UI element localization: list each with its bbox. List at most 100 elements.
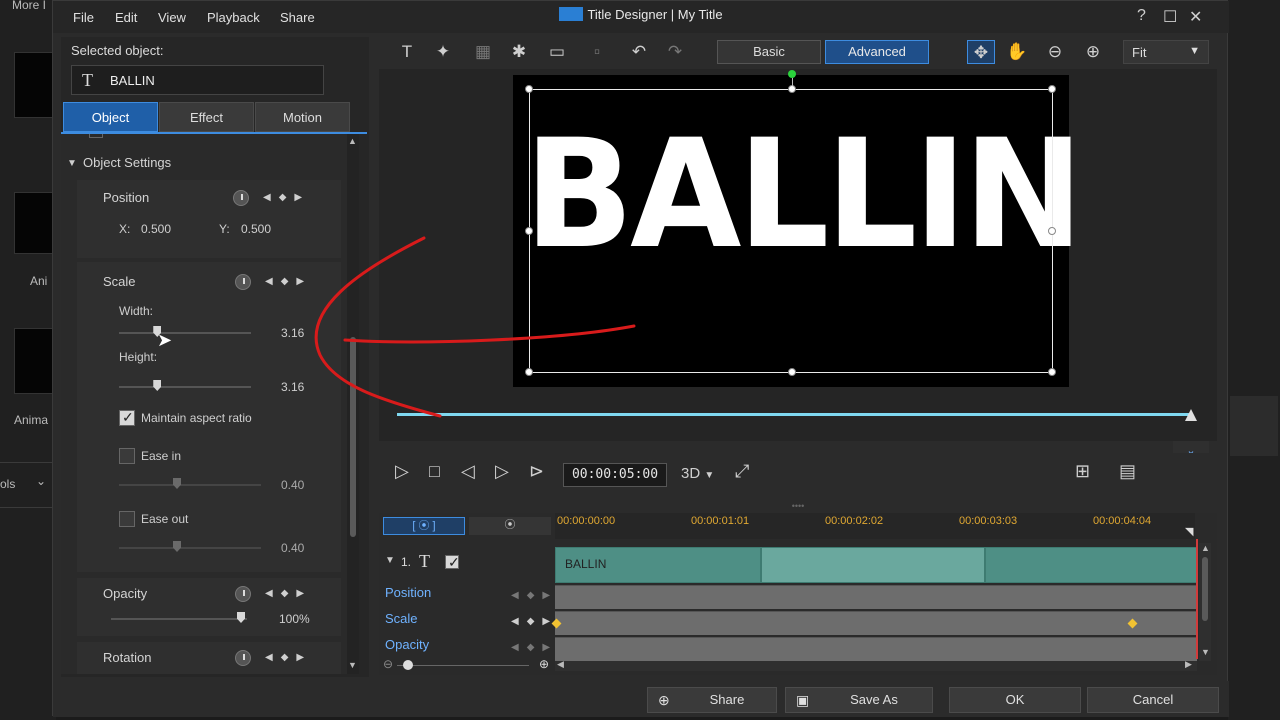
resize-handle[interactable]	[525, 227, 533, 235]
zoom-out-icon[interactable]: ⊖	[383, 657, 393, 671]
resize-handle[interactable]	[1048, 368, 1056, 376]
ok-button[interactable]: OK	[949, 687, 1081, 713]
position-track[interactable]	[555, 585, 1197, 609]
tab-object[interactable]: Object	[63, 102, 158, 132]
resize-handle[interactable]	[1048, 227, 1056, 235]
stopwatch-icon[interactable]	[235, 274, 251, 290]
clip-segment[interactable]	[761, 547, 985, 583]
undo-icon[interactable]: ↶	[625, 40, 653, 64]
scrollbar-thumb[interactable]	[350, 337, 356, 537]
stopwatch-icon[interactable]	[235, 586, 251, 602]
insert-image-icon[interactable]: ▦	[469, 40, 497, 64]
tab-motion[interactable]: Motion	[255, 102, 350, 132]
height-slider[interactable]	[119, 386, 251, 388]
resize-handle[interactable]	[525, 368, 533, 376]
insert-effect-icon[interactable]: ✱	[505, 40, 533, 64]
section-object-settings[interactable]: Object Settings	[83, 155, 171, 170]
width-value[interactable]: 3.16	[281, 326, 304, 340]
next-frame-icon[interactable]: ▷	[495, 461, 509, 482]
scroll-left-icon[interactable]: ◀	[557, 659, 564, 670]
keyframe-nav-icons[interactable]: ◀◆▶	[511, 590, 558, 601]
zoom-in-icon[interactable]: ⊕	[1079, 40, 1107, 64]
timeline-vscroll[interactable]: ▲ ▼	[1199, 543, 1211, 661]
scroll-down-icon[interactable]: ▼	[1201, 647, 1210, 657]
cancel-button[interactable]: Cancel	[1087, 687, 1219, 713]
opacity-value[interactable]: 100%	[279, 612, 310, 626]
collapse-triangle-icon[interactable]: ▼	[67, 158, 77, 169]
height-value[interactable]: 3.16	[281, 380, 304, 394]
keyframe-nav-icons[interactable]: ◀◆▶	[265, 588, 312, 599]
mode-3d-button[interactable]: 3D ▼	[681, 465, 714, 482]
preview-progress-bar[interactable]	[397, 413, 1191, 416]
timeline-ruler[interactable]: 00:00:00:00 00:00:01:01 00:00:02:02 00:0…	[555, 513, 1195, 539]
timeline-snap-button[interactable]: [ ⦿ ]	[383, 517, 465, 535]
keyframe-nav-icons[interactable]: ◀◆▶	[511, 642, 558, 653]
fast-forward-icon[interactable]: ⊳	[529, 461, 544, 482]
resize-handle[interactable]	[1048, 85, 1056, 93]
opacity-track[interactable]	[555, 637, 1197, 661]
stop-icon[interactable]: □	[429, 461, 440, 482]
track-visibility-checkbox[interactable]	[445, 554, 460, 571]
ease-in-slider[interactable]	[119, 484, 261, 486]
zoom-thumb[interactable]	[403, 660, 413, 670]
zoom-in-icon[interactable]: ⊕	[539, 657, 549, 671]
play-icon[interactable]: ▷	[395, 461, 409, 482]
splitter-handle[interactable]: ••••	[379, 501, 1217, 511]
ease-out-slider[interactable]	[119, 547, 261, 549]
scrollbar-thumb[interactable]	[1202, 557, 1208, 621]
keyframe-marker[interactable]	[1127, 618, 1138, 629]
ease-out-slider-thumb[interactable]	[173, 541, 181, 552]
save-as-button[interactable]: ▣ Save As	[785, 687, 933, 713]
collapse-triangle-icon[interactable]: ▼	[385, 555, 395, 566]
ease-in-checkbox[interactable]	[119, 448, 135, 464]
position-y-value[interactable]: 0.500	[241, 222, 271, 236]
selected-object-field[interactable]: T BALLIN	[71, 65, 324, 95]
timeline-zoom-slider[interactable]: ⊖ ⊕	[383, 657, 551, 673]
playhead-marker-icon[interactable]: ◥	[1185, 525, 1193, 538]
mode-advanced-button[interactable]: Advanced	[825, 40, 929, 64]
maintain-aspect-checkbox[interactable]	[119, 409, 135, 426]
background-icon[interactable]: ▭	[543, 40, 571, 64]
resize-handle[interactable]	[788, 368, 796, 376]
close-button[interactable]: ✕	[1189, 7, 1202, 27]
scale-track[interactable]	[551, 611, 1197, 635]
ease-in-slider-thumb[interactable]	[173, 478, 181, 489]
timecode-display[interactable]: 00:00:05:00	[563, 463, 667, 487]
width-slider[interactable]	[119, 332, 251, 334]
ease-out-checkbox[interactable]	[119, 511, 135, 527]
rotate-handle[interactable]	[788, 70, 796, 78]
keyframe-nav-icons[interactable]: ◀◆▶	[265, 652, 312, 663]
stopwatch-icon[interactable]	[233, 190, 249, 206]
stopwatch-icon[interactable]	[235, 650, 251, 666]
select-move-icon[interactable]: ✥	[967, 40, 995, 64]
tab-effect[interactable]: Effect	[159, 102, 254, 132]
redo-icon[interactable]: ↷	[661, 40, 689, 64]
playhead-line[interactable]	[1196, 539, 1198, 659]
selection-box[interactable]	[525, 70, 1056, 376]
resize-handle[interactable]	[788, 85, 796, 93]
clip-segment[interactable]	[985, 547, 1197, 583]
resize-handle[interactable]	[525, 85, 533, 93]
fullscreen-icon[interactable]: ⤢	[735, 461, 749, 482]
share-button[interactable]: ⊕ Share	[647, 687, 777, 713]
opacity-slider[interactable]	[111, 618, 247, 620]
hand-pan-icon[interactable]: ✋	[1003, 40, 1031, 64]
maximize-button[interactable]: ☐	[1163, 7, 1177, 27]
insert-title-icon[interactable]: T	[393, 40, 421, 64]
timeline-marker-button[interactable]: ⦿	[469, 517, 551, 535]
safe-zone-icon[interactable]: ⊞	[1075, 461, 1090, 482]
scroll-up-icon[interactable]: ▲	[1201, 543, 1210, 553]
title-clip[interactable]: BALLIN	[555, 547, 1197, 583]
keyframe-nav-icons[interactable]: ◀◆▶	[511, 616, 558, 627]
insert-particle-icon[interactable]: ✦	[429, 40, 457, 64]
position-x-value[interactable]: 0.500	[141, 222, 171, 236]
height-slider-thumb[interactable]	[153, 380, 162, 391]
layer-icon[interactable]: ▫	[583, 40, 611, 64]
mode-basic-button[interactable]: Basic	[717, 40, 821, 64]
opacity-slider-thumb[interactable]	[237, 612, 245, 623]
zoom-out-icon[interactable]: ⊖	[1041, 40, 1069, 64]
scroll-up-icon[interactable]: ▲	[348, 136, 357, 146]
grid-icon[interactable]: ▤	[1119, 461, 1136, 482]
scroll-right-icon[interactable]: ▶	[1185, 659, 1192, 670]
timeline-hscroll[interactable]: ◀ ▶	[555, 659, 1197, 671]
